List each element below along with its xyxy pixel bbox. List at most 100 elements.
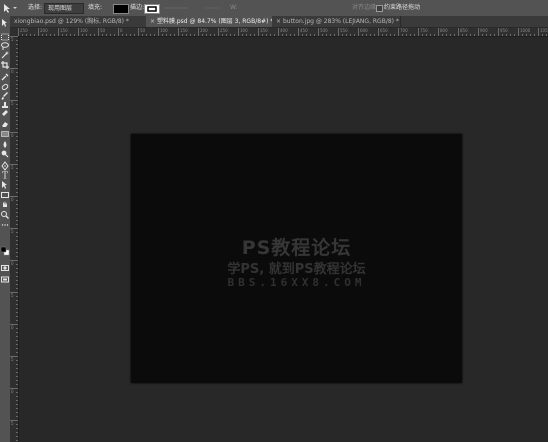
ruler-tick [16, 44, 18, 45]
editbar-tool-icon[interactable] [0, 220, 10, 230]
history-brush-tool-icon[interactable] [0, 109, 10, 119]
ruler-tick [16, 416, 18, 417]
stroke-width-field[interactable] [162, 0, 192, 16]
ruler-tick [390, 34, 391, 36]
ruler-tick [16, 108, 18, 109]
ruler-tick [138, 28, 139, 36]
tab-button[interactable]: × button.jpg @ 283% (LEJIANG, RGB/8) * [272, 16, 401, 27]
select-dropdown[interactable]: 现用图层 [44, 3, 84, 14]
stroke-label: 描边: [130, 4, 145, 11]
ruler-label: 1000 [520, 28, 531, 33]
ruler-tick [16, 288, 18, 289]
tool-preset-arrow[interactable] [13, 0, 18, 16]
document-canvas[interactable]: PS教程论坛 学PS, 就到PS教程论坛 BBS.16XX8.COM [131, 134, 462, 383]
ruler-tick [230, 34, 231, 36]
eraser-tool-icon[interactable] [0, 119, 10, 129]
zoom-tool-icon[interactable] [0, 210, 10, 220]
ruler-tick [16, 200, 18, 201]
ruler-tick [478, 28, 479, 36]
ruler-tick [386, 34, 387, 36]
ruler-tick [38, 28, 39, 36]
ruler-label: 5 [11, 37, 14, 42]
ruler-tick [258, 28, 259, 36]
ruler-label: 450 [300, 28, 308, 33]
ruler-tick [334, 34, 335, 36]
ruler-tick [394, 34, 395, 36]
ruler-tick [16, 316, 18, 317]
ruler-label: 350 [260, 28, 268, 33]
ruler-tick [16, 328, 18, 329]
horizontal-ruler[interactable]: 250 200 150 100 50 0 50 100 150 200 250 300 350 400 45… [18, 28, 548, 37]
ruler-tick [16, 232, 18, 233]
crop-tool-icon[interactable] [0, 60, 10, 70]
ruler-tick [422, 34, 423, 36]
ruler-tick [16, 352, 18, 353]
ruler-label: 600 [360, 28, 368, 33]
gradient-tool-icon[interactable] [0, 129, 10, 139]
tab-xiongbiao[interactable]: xiongbiao.psd @ 129% (胸标, RGB/8) * [10, 16, 147, 27]
ruler-tick [326, 34, 327, 36]
screen-mode-tool-icon[interactable] [0, 275, 10, 285]
stroke-type-field[interactable] [204, 0, 224, 16]
color-swatches-tool-icon[interactable] [0, 246, 10, 256]
close-icon[interactable]: × [276, 18, 281, 25]
constrain-path-label: 约束路径拖动 [384, 4, 421, 11]
magic-wand-tool-icon[interactable] [0, 50, 10, 60]
ruler-tick [510, 34, 511, 36]
ruler-label: 0 [11, 389, 14, 394]
ruler-tick [150, 34, 151, 36]
fill-swatch[interactable] [113, 4, 129, 14]
ruler-tick [16, 136, 18, 137]
ruler-tick [16, 124, 18, 125]
ruler-tick [294, 34, 295, 36]
dodge-tool-icon[interactable] [0, 149, 10, 159]
ruler-tick [16, 304, 18, 305]
ruler-label: 5 [11, 421, 14, 426]
ruler-tick [16, 340, 18, 341]
ruler-tick [16, 168, 18, 169]
tool-preset-picker[interactable] [2, 0, 12, 16]
ruler-tick [16, 40, 18, 41]
ruler-tick [26, 34, 27, 36]
ruler-label: 200 [40, 28, 48, 33]
ruler-tick [16, 212, 18, 213]
ruler-tick [494, 34, 495, 36]
ruler-tick [16, 320, 18, 321]
ruler-tick [522, 34, 523, 36]
vertical-ruler[interactable]: 5 0 5 0 5 0 5 0 5 0 5 0 5 [10, 36, 19, 442]
ruler-tick [16, 188, 18, 189]
ruler-tick [286, 34, 287, 36]
ruler-tick [30, 34, 31, 36]
quick-mask-tool-icon[interactable] [0, 263, 10, 273]
type-tool-icon[interactable]: T [0, 170, 10, 181]
ruler-tick [16, 312, 18, 313]
ruler-tick [74, 34, 75, 36]
constrain-path-checkbox[interactable] [376, 5, 383, 12]
ruler-tick [46, 34, 47, 36]
move-tool-icon[interactable] [0, 18, 10, 28]
ruler-corner[interactable] [10, 28, 18, 36]
ruler-tick [198, 28, 199, 36]
ruler-tick [202, 34, 203, 36]
ruler-tick [16, 380, 18, 381]
ruler-tick [16, 208, 18, 209]
eyedropper-tool-icon[interactable] [0, 72, 10, 82]
ruler-tick [126, 34, 127, 36]
ruler-tick [16, 360, 18, 361]
ruler-label: 850 [460, 28, 468, 33]
ruler-tick [186, 34, 187, 36]
stroke-swatch[interactable] [144, 4, 160, 14]
tab-suliaomo[interactable]: × 塑料膜.psd @ 84.7% (图层 3, RGB/8#) * [146, 16, 277, 27]
path-selection-tool-icon[interactable] [0, 180, 10, 190]
close-icon[interactable]: × [150, 18, 155, 25]
ruler-tick [94, 34, 95, 36]
ruler-tick [514, 34, 515, 36]
ruler-tick [16, 428, 18, 429]
watermark-url: BBS.16XX8.COM [227, 276, 366, 289]
ruler-tick [16, 112, 18, 113]
ruler-tick [146, 34, 147, 36]
hand-tool-icon[interactable] [0, 199, 10, 209]
ruler-label: 500 [320, 28, 328, 33]
ruler-tick [16, 344, 18, 345]
ruler-label: 0 [11, 133, 14, 138]
